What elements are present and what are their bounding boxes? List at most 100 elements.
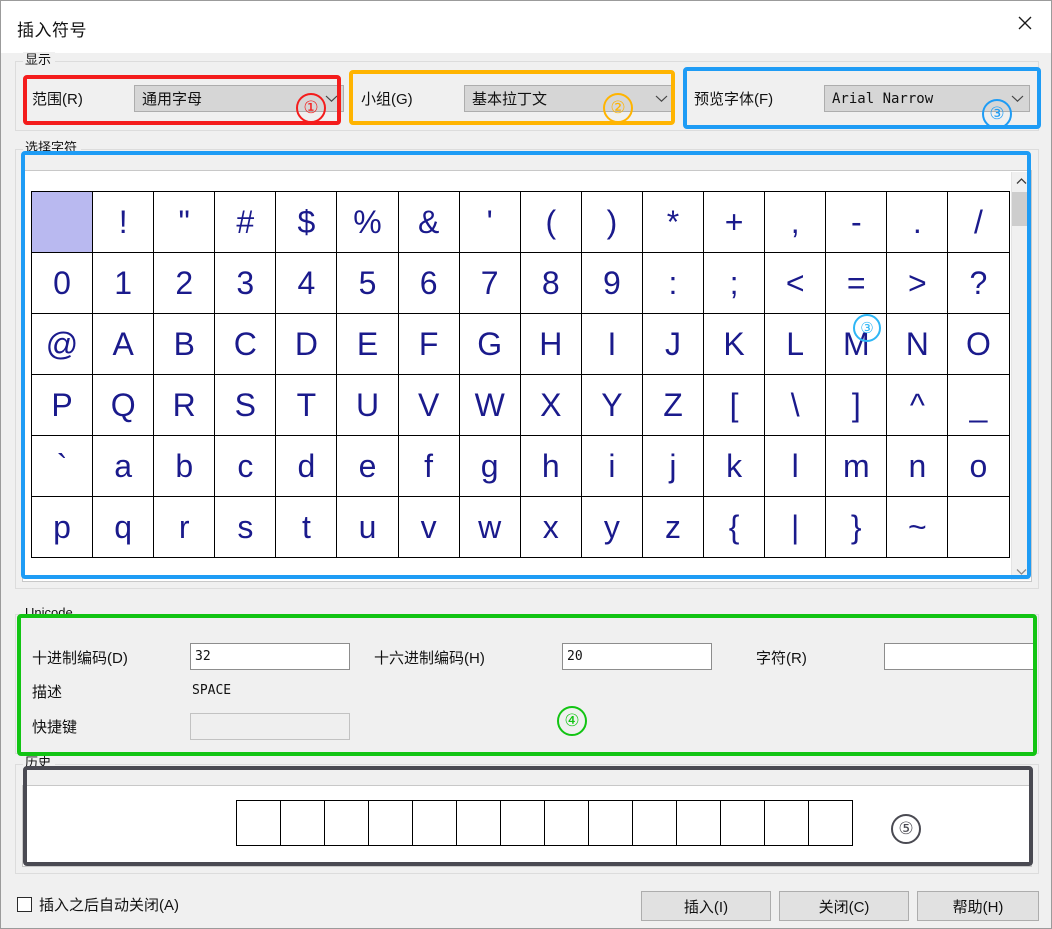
char-cell[interactable]: # <box>214 191 277 253</box>
char-cell[interactable]: n <box>886 435 949 497</box>
history-cell[interactable] <box>412 800 457 846</box>
autoclose-checkbox[interactable] <box>17 897 32 912</box>
history-cell[interactable] <box>280 800 325 846</box>
char-cell[interactable]: ^ <box>886 374 949 436</box>
char-cell[interactable]: , <box>764 191 827 253</box>
char-cell[interactable]: 2 <box>153 252 216 314</box>
chevron-up-icon[interactable] <box>1012 172 1030 190</box>
history-cell[interactable] <box>368 800 413 846</box>
history-cell[interactable] <box>720 800 765 846</box>
char-cell[interactable]: 4 <box>275 252 338 314</box>
char-cell[interactable]: g <box>458 435 521 497</box>
char-cell[interactable]: Y <box>580 374 643 436</box>
preview-font-combobox[interactable]: Arial Narrow <box>824 85 1030 112</box>
char-cell[interactable]: - <box>825 191 888 253</box>
chevron-down-icon[interactable] <box>1012 562 1030 580</box>
char-cell[interactable]: a <box>92 435 155 497</box>
char-cell[interactable] <box>30 191 94 253</box>
char-cell[interactable]: h <box>519 435 582 497</box>
char-cell[interactable]: < <box>764 252 827 314</box>
close-button[interactable] <box>999 1 1051 45</box>
char-cell[interactable]: 8 <box>519 252 582 314</box>
char-cell[interactable]: * <box>641 191 705 253</box>
subset-combobox[interactable]: 基本拉丁文 <box>464 85 674 112</box>
char-cell[interactable]: ; <box>703 252 766 314</box>
char-cell[interactable]: e <box>336 435 399 497</box>
char-cell[interactable]: B <box>153 313 216 375</box>
char-cell[interactable]: : <box>641 252 705 314</box>
char-cell[interactable] <box>947 496 1010 558</box>
hex-code-input[interactable]: 20 <box>562 643 712 670</box>
char-cell[interactable]: j <box>641 435 705 497</box>
char-cell[interactable]: " <box>153 191 216 253</box>
char-cell[interactable]: x <box>519 496 582 558</box>
char-cell[interactable]: . <box>886 191 949 253</box>
char-cell[interactable]: b <box>153 435 216 497</box>
char-cell[interactable]: 6 <box>397 252 460 314</box>
autoclose-checkbox-row[interactable]: 插入之后自动关闭(A) <box>17 894 179 915</box>
char-cell[interactable]: y <box>580 496 643 558</box>
char-cell[interactable]: ( <box>519 191 582 253</box>
char-cell[interactable]: i <box>580 435 643 497</box>
char-cell[interactable]: q <box>92 496 155 558</box>
char-cell[interactable]: S <box>214 374 277 436</box>
char-cell[interactable]: C <box>214 313 277 375</box>
char-cell[interactable]: X <box>519 374 582 436</box>
char-cell[interactable]: P <box>30 374 94 436</box>
char-cell[interactable]: ` <box>30 435 94 497</box>
character-input[interactable] <box>884 643 1036 670</box>
char-cell[interactable]: m <box>825 435 888 497</box>
char-cell[interactable]: Z <box>641 374 705 436</box>
char-cell[interactable]: w <box>458 496 521 558</box>
char-cell[interactable]: + <box>703 191 766 253</box>
char-cell[interactable]: f <box>397 435 460 497</box>
char-cell[interactable]: / <box>947 191 1010 253</box>
char-cell[interactable]: s <box>214 496 277 558</box>
decimal-code-input[interactable]: 32 <box>190 643 350 670</box>
char-cell[interactable]: p <box>30 496 94 558</box>
history-cell[interactable] <box>808 800 853 846</box>
char-cell[interactable]: 5 <box>336 252 399 314</box>
char-cell[interactable]: ! <box>92 191 155 253</box>
char-cell[interactable]: z <box>641 496 705 558</box>
char-cell[interactable]: U <box>336 374 399 436</box>
char-cell[interactable]: v <box>397 496 460 558</box>
char-cell[interactable]: A <box>92 313 155 375</box>
history-cell[interactable] <box>236 800 281 846</box>
character-grid[interactable]: ! " # $% & '() * +, -./0 1 2 3 4 5 6 7 8 9:; < = >? @ A B C D E F G H… <box>30 191 1010 558</box>
char-cell[interactable]: R <box>153 374 216 436</box>
char-cell[interactable]: V <box>397 374 460 436</box>
char-cell[interactable]: d <box>275 435 338 497</box>
char-cell[interactable]: % <box>336 191 399 253</box>
char-cell[interactable]: @ <box>30 313 94 375</box>
char-cell[interactable]: _ <box>947 374 1010 436</box>
char-cell[interactable]: } <box>825 496 888 558</box>
char-cell[interactable]: T <box>275 374 338 436</box>
shortcut-input[interactable] <box>190 713 350 740</box>
scrollbar-thumb[interactable] <box>1012 192 1030 226</box>
char-cell[interactable]: M <box>825 313 888 375</box>
history-cell[interactable] <box>764 800 809 846</box>
history-cell[interactable] <box>324 800 369 846</box>
char-cell[interactable]: K <box>703 313 766 375</box>
char-cell[interactable]: L <box>764 313 827 375</box>
history-cell[interactable] <box>588 800 633 846</box>
char-cell[interactable]: 0 <box>30 252 94 314</box>
char-cell[interactable]: F <box>397 313 460 375</box>
char-cell[interactable]: 3 <box>214 252 277 314</box>
char-cell[interactable]: W <box>458 374 521 436</box>
char-cell[interactable]: ? <box>947 252 1010 314</box>
char-cell[interactable]: c <box>214 435 277 497</box>
char-cell[interactable]: I <box>580 313 643 375</box>
char-cell[interactable]: H <box>519 313 582 375</box>
help-button[interactable]: 帮助(H) <box>917 891 1039 921</box>
char-cell[interactable]: O <box>947 313 1010 375</box>
char-cell[interactable]: ~ <box>886 496 949 558</box>
char-cell[interactable]: $ <box>275 191 338 253</box>
char-cell[interactable]: ] <box>825 374 888 436</box>
char-cell[interactable]: N <box>886 313 949 375</box>
history-grid[interactable] <box>236 800 853 846</box>
char-cell[interactable]: D <box>275 313 338 375</box>
char-cell[interactable]: t <box>275 496 338 558</box>
char-cell[interactable]: k <box>703 435 766 497</box>
